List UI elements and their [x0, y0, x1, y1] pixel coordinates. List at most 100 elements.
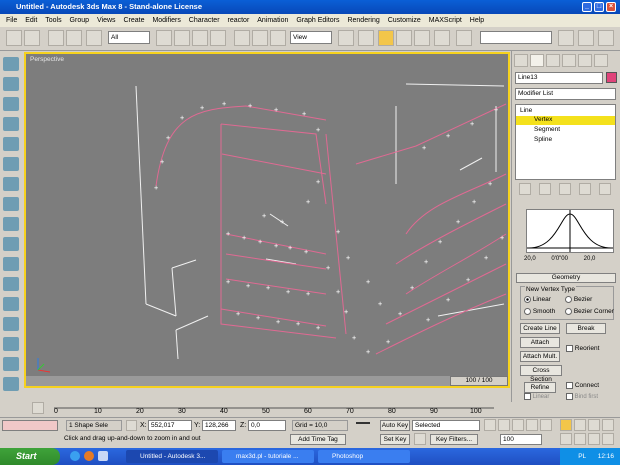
auto-key-button[interactable]: Auto Key: [380, 420, 410, 431]
menu-customize[interactable]: Customize: [388, 17, 421, 24]
time-slider[interactable]: 100 / 100: [450, 376, 508, 386]
menu-maxscript[interactable]: MAXScript: [429, 17, 462, 24]
angle-snap-icon[interactable]: [396, 30, 412, 46]
task-3dsmax[interactable]: Untitled - Autodesk 3...: [126, 450, 218, 463]
stack-item-vertex[interactable]: Vertex: [516, 116, 615, 125]
menu-graph-editors[interactable]: Graph Editors: [296, 17, 339, 24]
connect-checkbox[interactable]: [566, 382, 573, 389]
go-to-start-icon[interactable]: [484, 419, 496, 431]
create-line-button[interactable]: Create Line: [520, 323, 560, 334]
quicklaunch-ie-icon[interactable]: [70, 451, 80, 461]
quicklaunch-desktop-icon[interactable]: [98, 451, 108, 461]
zoom-extents-all-icon[interactable]: [602, 419, 614, 431]
minimize-button[interactable]: _: [582, 2, 592, 12]
manipulate-icon[interactable]: [358, 30, 374, 46]
create-tab-icon[interactable]: [514, 54, 528, 67]
time-slider-track[interactable]: 100 / 100: [26, 376, 508, 386]
show-end-result-icon[interactable]: [539, 183, 551, 195]
field-of-view-icon[interactable]: [574, 433, 586, 445]
select-object-icon[interactable]: [156, 30, 172, 46]
attach-mult-button[interactable]: Attach Mult.: [520, 351, 560, 362]
create-pyramid-icon[interactable]: [3, 197, 19, 211]
menu-help[interactable]: Help: [470, 17, 484, 24]
region-select-icon[interactable]: [192, 30, 208, 46]
create-hedra-icon[interactable]: [3, 317, 19, 331]
start-button[interactable]: Start: [0, 448, 60, 465]
window-crossing-icon[interactable]: [210, 30, 226, 46]
z-coordinate-field[interactable]: 0,0: [248, 420, 286, 431]
snap-toggle-icon[interactable]: [378, 30, 394, 46]
mirror-icon[interactable]: [558, 30, 574, 46]
redo-icon[interactable]: [24, 30, 40, 46]
bezier-corner-option[interactable]: Bezier Corner: [565, 308, 614, 315]
previous-frame-icon[interactable]: [498, 419, 510, 431]
menu-tools[interactable]: Tools: [45, 17, 61, 24]
create-chamfer-box-icon[interactable]: [3, 357, 19, 371]
selection-filter-dropdown[interactable]: All: [108, 31, 150, 44]
language-indicator[interactable]: PL: [578, 453, 586, 460]
selection-lock-icon[interactable]: [126, 420, 137, 431]
stack-item-spline[interactable]: Spline: [534, 136, 552, 143]
task-photoshop[interactable]: Photoshop: [318, 450, 410, 463]
refine-button[interactable]: Refine: [524, 382, 556, 393]
create-spindle-icon[interactable]: [3, 297, 19, 311]
task-browser[interactable]: max3d.pl - tutoriale ...: [222, 450, 314, 463]
arc-rotate-icon[interactable]: [588, 433, 600, 445]
create-gear-icon[interactable]: [3, 257, 19, 271]
make-unique-icon[interactable]: [559, 183, 571, 195]
quicklaunch-firefox-icon[interactable]: [84, 451, 94, 461]
go-to-end-icon[interactable]: [540, 419, 552, 431]
menu-character[interactable]: Character: [189, 17, 220, 24]
select-by-name-icon[interactable]: [174, 30, 190, 46]
zoom-all-icon[interactable]: [574, 419, 586, 431]
break-button[interactable]: Break: [566, 323, 606, 334]
create-capsule-icon[interactable]: [3, 277, 19, 291]
maximize-button[interactable]: □: [594, 2, 604, 12]
open-mini-curve-editor-icon[interactable]: [32, 402, 44, 414]
reorient-checkbox[interactable]: [566, 345, 573, 352]
create-cylinder-icon[interactable]: [3, 77, 19, 91]
create-torus-knot-icon[interactable]: [3, 337, 19, 351]
zoom-icon[interactable]: [560, 419, 572, 431]
smooth-option[interactable]: Smooth: [524, 308, 555, 315]
create-tube-icon[interactable]: [3, 157, 19, 171]
rotate-icon[interactable]: [252, 30, 268, 46]
create-oil-tank-icon[interactable]: [3, 377, 19, 391]
bezier-radio[interactable]: [565, 296, 572, 303]
create-box-icon[interactable]: [3, 57, 19, 71]
x-coordinate-field[interactable]: 552,017: [148, 420, 192, 431]
motion-tab-icon[interactable]: [562, 54, 576, 67]
play-icon[interactable]: [512, 419, 524, 431]
key-selection-dropdown[interactable]: Selected: [412, 420, 480, 431]
reference-coordinate-dropdown[interactable]: View: [290, 31, 332, 44]
zoom-extents-icon[interactable]: [588, 419, 600, 431]
percent-snap-icon[interactable]: [414, 30, 430, 46]
remove-modifier-icon[interactable]: [579, 183, 591, 195]
perspective-viewport[interactable]: Perspective + + + + + + + + + + + + + + …: [24, 52, 510, 388]
menu-file[interactable]: File: [6, 17, 17, 24]
create-geosphere-icon[interactable]: [3, 117, 19, 131]
track-bar[interactable]: 0 10 20 30 40 50 60 70 80 90 100: [0, 402, 620, 417]
named-selection-icon[interactable]: [456, 30, 472, 46]
close-button[interactable]: ×: [606, 2, 616, 12]
set-key-button[interactable]: Set Key: [380, 434, 410, 445]
add-time-tag-button[interactable]: Add Time Tag: [290, 434, 346, 445]
menu-rendering[interactable]: Rendering: [347, 17, 379, 24]
menu-reactor[interactable]: reactor: [227, 17, 249, 24]
undo-icon[interactable]: [6, 30, 22, 46]
reorient-option[interactable]: Reorient: [566, 345, 599, 352]
attach-button[interactable]: Attach: [520, 337, 560, 348]
menu-edit[interactable]: Edit: [25, 17, 37, 24]
geometry-rollout-header[interactable]: Geometry: [516, 273, 616, 283]
key-filters-button[interactable]: Key Filters...: [430, 434, 478, 445]
named-selection-sets-dropdown[interactable]: [480, 31, 552, 44]
bezier-corner-radio[interactable]: [565, 308, 572, 315]
utilities-tab-icon[interactable]: [594, 54, 608, 67]
pivot-icon[interactable]: [338, 30, 354, 46]
cross-section-button[interactable]: Cross Section: [520, 365, 562, 383]
menu-views[interactable]: Views: [97, 17, 116, 24]
default-in-out-tangents-icon[interactable]: [414, 433, 426, 445]
linear-option[interactable]: Linear: [524, 296, 551, 303]
create-teapot-icon[interactable]: [3, 217, 19, 231]
display-tab-icon[interactable]: [578, 54, 592, 67]
